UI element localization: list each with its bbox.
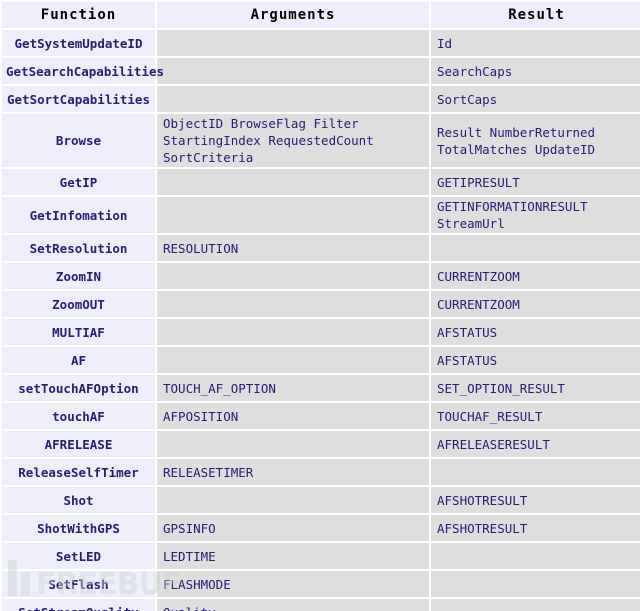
cell-result: AFSTATUS	[431, 319, 640, 345]
cell-arguments	[157, 197, 429, 233]
table-row: ReleaseSelfTimer RELEASETIMER	[2, 459, 640, 485]
table-row: AF AFSTATUS	[2, 347, 640, 373]
cell-arguments: GPSINFO	[157, 515, 429, 541]
cell-arguments	[157, 487, 429, 513]
cell-arguments	[157, 86, 429, 112]
table-row: SetStreamQualityQuality	[2, 599, 640, 611]
table-row: AFRELEASE AFRELEASERESULT	[2, 431, 640, 457]
table-row: MULTIAF AFSTATUS	[2, 319, 640, 345]
cell-result: GETINFORMATIONRESULT StreamUrl	[431, 197, 640, 233]
cell-result	[431, 235, 640, 261]
cell-result: CURRENTZOOM	[431, 263, 640, 289]
cell-arguments: RESOLUTION	[157, 235, 429, 261]
cell-arguments	[157, 30, 429, 56]
cell-arguments: FLASHMODE	[157, 571, 429, 597]
cell-function-name: Browse	[2, 114, 155, 167]
cell-result: SortCaps	[431, 86, 640, 112]
table-row: setTouchAFOption TOUCH_AF_OPTION SET_OPTIO…	[2, 375, 640, 401]
table-header-row: Function Arguments Result	[2, 2, 640, 28]
table-row: SetResolution RESOLUTION	[2, 235, 640, 261]
table-row: ShotWithGPS GPSINFO AFSHOTRESULT	[2, 515, 640, 541]
cell-function-name: Shot	[2, 487, 155, 513]
table-row: GetIP GETIPRESULT	[2, 169, 640, 195]
cell-result: AFSHOTRESULT	[431, 487, 640, 513]
cell-result: GETIPRESULT	[431, 169, 640, 195]
cell-arguments	[157, 58, 429, 84]
cell-arguments	[157, 431, 429, 457]
table-body: GetSystemUpdateID Id GetSearchCapabilities…	[2, 30, 640, 611]
cell-result: SearchCaps	[431, 58, 640, 84]
cell-result: Result NumberReturned TotalMatches Updat…	[431, 114, 640, 167]
cell-function-name: ZoomOUT	[2, 291, 155, 317]
table-row: GetSearchCapabilities SearchCaps	[2, 58, 640, 84]
column-header-arguments: Arguments	[157, 2, 429, 28]
cell-result: TOUCHAF_RESULT	[431, 403, 640, 429]
cell-arguments	[157, 319, 429, 345]
cell-result	[431, 543, 640, 569]
cell-arguments	[157, 347, 429, 373]
cell-function-name: setTouchAFOption	[2, 375, 155, 401]
cell-arguments	[157, 263, 429, 289]
api-function-table-container: Function Arguments Result GetSystemUpdat…	[0, 0, 640, 611]
cell-function-name: SetResolution	[2, 235, 155, 261]
cell-result	[431, 599, 640, 611]
table-row: ZoomOUT CURRENTZOOM	[2, 291, 640, 317]
cell-result: CURRENTZOOM	[431, 291, 640, 317]
cell-result	[431, 571, 640, 597]
cell-result: Id	[431, 30, 640, 56]
cell-function-name: AFRELEASE	[2, 431, 155, 457]
table-row: GetInfomation GETINFORMATIONRESULT Stream…	[2, 197, 640, 233]
table-row: SetLED LEDTIME	[2, 543, 640, 569]
column-header-function: Function	[2, 2, 155, 28]
table-row: touchAF AFPOSITION TOUCHAF_RESULT	[2, 403, 640, 429]
cell-function-name: GetSearchCapabilities	[2, 58, 164, 84]
cell-arguments: AFPOSITION	[157, 403, 429, 429]
cell-arguments: TOUCH_AF_OPTION	[157, 375, 429, 401]
cell-arguments: Quality	[157, 599, 429, 611]
cell-function-name: GetSortCapabilities	[2, 86, 155, 112]
cell-result: AFRELEASERESULT	[431, 431, 640, 457]
cell-function-name: ReleaseSelfTimer	[2, 459, 155, 485]
cell-function-name: GetSystemUpdateID	[2, 30, 155, 56]
table-row: GetSystemUpdateID Id	[2, 30, 640, 56]
api-function-table: Function Arguments Result GetSystemUpdat…	[0, 0, 640, 611]
cell-function-name: ShotWithGPS	[2, 515, 155, 541]
cell-arguments	[157, 169, 429, 195]
cell-function-name: MULTIAF	[2, 319, 155, 345]
cell-arguments: RELEASETIMER	[157, 459, 429, 485]
cell-arguments: ObjectID BrowseFlag Filter StartingIndex…	[157, 114, 429, 167]
cell-function-name: GetIP	[2, 169, 155, 195]
cell-arguments: LEDTIME	[157, 543, 429, 569]
cell-function-name: ZoomIN	[2, 263, 155, 289]
table-row: GetSortCapabilities SortCaps	[2, 86, 640, 112]
table-row: ZoomIN CURRENTZOOM	[2, 263, 640, 289]
cell-result: AFSTATUS	[431, 347, 640, 373]
table-row: Browse ObjectID BrowseFlag Filter Startin…	[2, 114, 640, 167]
table-header: Function Arguments Result	[2, 2, 640, 28]
cell-function-name: GetInfomation	[2, 197, 155, 233]
cell-result	[431, 459, 640, 485]
cell-function-name: touchAF	[2, 403, 155, 429]
cell-result: AFSHOTRESULT	[431, 515, 640, 541]
cell-function-name: SetFlash	[2, 571, 155, 597]
column-header-result: Result	[431, 2, 640, 28]
cell-result: SET_OPTION_RESULT	[431, 375, 640, 401]
table-row: Shot AFSHOTRESULT	[2, 487, 640, 513]
cell-function-name: SetLED	[2, 543, 155, 569]
table-row: SetFlash FLASHMODE	[2, 571, 640, 597]
cell-arguments	[157, 291, 429, 317]
cell-function-name: AF	[2, 347, 155, 373]
cell-function-name: SetStreamQuality	[2, 599, 155, 611]
